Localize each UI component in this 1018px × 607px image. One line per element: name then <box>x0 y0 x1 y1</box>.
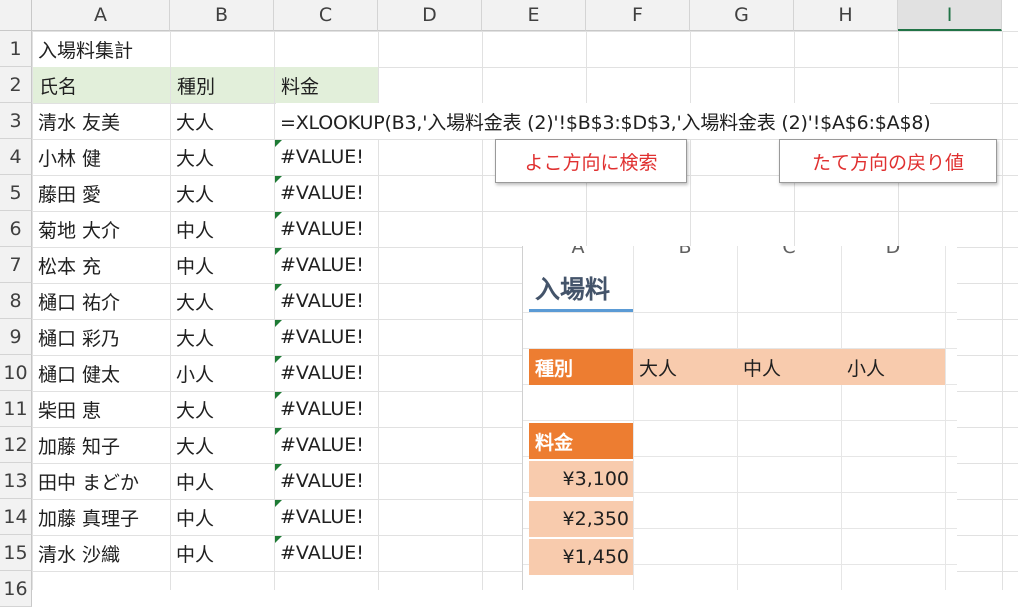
error-indicator-icon[interactable] <box>275 356 282 363</box>
row-header-11[interactable]: 11 <box>0 391 32 427</box>
row-header-4[interactable]: 4 <box>0 139 32 175</box>
row-header-2[interactable]: 2 <box>0 67 32 103</box>
column-header-g[interactable]: G <box>690 0 794 31</box>
name-cell[interactable]: 樋口 祐介 <box>32 283 170 319</box>
fee-error-cell[interactable]: #VALUE! <box>274 535 378 571</box>
embedded-fee-table-image[interactable]: A B C D 入場料 種別 大人 中人 小人 料金 ¥3,100 ¥2,350… <box>522 246 957 590</box>
type-cell[interactable]: 中人 <box>170 211 274 247</box>
name-cell[interactable]: 菊地 大介 <box>32 211 170 247</box>
type-cell[interactable]: 大人 <box>170 103 274 139</box>
row-header-6[interactable]: 6 <box>0 211 32 247</box>
type-cell[interactable]: 大人 <box>170 283 274 319</box>
type-cell[interactable]: 小人 <box>170 355 274 391</box>
type-cell[interactable]: 中人 <box>170 535 274 571</box>
fee-error-cell[interactable]: #VALUE! <box>274 211 378 247</box>
title-underline <box>529 309 633 312</box>
callout-horizontal-search: よこ方向に検索 <box>495 139 687 183</box>
error-indicator-icon[interactable] <box>275 248 282 255</box>
embedded-column-header: D <box>885 246 901 258</box>
formula-edit-cell[interactable]: =XLOOKUP(B3,'入場料金表 (2)'!$B$3:$D$3,'入場料金表… <box>276 103 931 139</box>
row-header-10[interactable]: 10 <box>0 355 32 391</box>
column-header-c[interactable]: C <box>274 0 378 31</box>
embedded-column-header: C <box>782 246 796 258</box>
name-cell[interactable]: 樋口 健太 <box>32 355 170 391</box>
name-cell[interactable]: 清水 沙織 <box>32 535 170 571</box>
select-all-corner[interactable] <box>0 0 32 31</box>
type-label-cell: 種別 <box>529 349 633 385</box>
type-cell[interactable]: 大人 <box>170 391 274 427</box>
error-indicator-icon[interactable] <box>275 176 282 183</box>
error-indicator-icon[interactable] <box>275 464 282 471</box>
column-header-f[interactable]: F <box>586 0 690 31</box>
name-cell[interactable]: 松本 充 <box>32 247 170 283</box>
gridline <box>1002 31 1003 590</box>
sheet-title-cell[interactable]: 入場料集計 <box>32 31 170 67</box>
row-header-3[interactable]: 3 <box>0 103 32 139</box>
error-indicator-icon[interactable] <box>275 320 282 327</box>
fee-error-cell[interactable]: #VALUE! <box>274 355 378 391</box>
type-cell[interactable]: 大人 <box>170 139 274 175</box>
column-header-b[interactable]: B <box>170 0 274 31</box>
fee-label-cell: 料金 <box>529 423 633 459</box>
row-header-5[interactable]: 5 <box>0 175 32 211</box>
fee-error-cell[interactable]: #VALUE! <box>274 175 378 211</box>
row-header-13[interactable]: 13 <box>0 463 32 499</box>
type-cell[interactable]: 大人 <box>170 319 274 355</box>
callout-vertical-return: たて方向の戻り値 <box>779 139 997 183</box>
error-indicator-icon[interactable] <box>275 500 282 507</box>
type-option-cell: 中人 <box>737 349 841 385</box>
type-cell[interactable]: 中人 <box>170 247 274 283</box>
name-cell[interactable]: 樋口 彩乃 <box>32 319 170 355</box>
type-cell[interactable]: 中人 <box>170 463 274 499</box>
row-header-16[interactable]: 16 <box>0 571 32 607</box>
header-type-cell[interactable]: 種別 <box>171 67 274 103</box>
header-name-cell[interactable]: 氏名 <box>33 67 170 103</box>
row-header-9[interactable]: 9 <box>0 319 32 355</box>
name-cell[interactable]: 柴田 恵 <box>32 391 170 427</box>
fee-error-cell[interactable]: #VALUE! <box>274 463 378 499</box>
row-header-15[interactable]: 15 <box>0 535 32 571</box>
column-header-i[interactable]: I <box>898 0 1002 31</box>
type-cell[interactable]: 大人 <box>170 175 274 211</box>
row-header-8[interactable]: 8 <box>0 283 32 319</box>
fee-error-cell[interactable]: #VALUE! <box>274 391 378 427</box>
error-indicator-icon[interactable] <box>275 392 282 399</box>
name-cell[interactable]: 小林 健 <box>32 139 170 175</box>
row-header-12[interactable]: 12 <box>0 427 32 463</box>
embedded-column-header: B <box>678 246 692 258</box>
name-cell[interactable]: 加藤 知子 <box>32 427 170 463</box>
column-header-e[interactable]: E <box>482 0 586 31</box>
type-cell[interactable]: 大人 <box>170 427 274 463</box>
column-header-d[interactable]: D <box>378 0 482 31</box>
error-indicator-icon[interactable] <box>275 212 282 219</box>
error-indicator-icon[interactable] <box>275 284 282 291</box>
row-header-14[interactable]: 14 <box>0 499 32 535</box>
embedded-column-header: A <box>571 246 585 258</box>
embedded-title: 入場料 <box>535 275 611 304</box>
type-cell[interactable]: 中人 <box>170 499 274 535</box>
name-cell[interactable]: 加藤 真理子 <box>32 499 170 535</box>
column-header-h[interactable]: H <box>794 0 898 31</box>
fee-value-cell: ¥2,350 <box>529 501 633 537</box>
error-indicator-icon[interactable] <box>275 140 282 147</box>
name-cell[interactable]: 藤田 愛 <box>32 175 170 211</box>
type-option-cell: 小人 <box>841 349 945 385</box>
fee-value-cell: ¥3,100 <box>529 461 633 497</box>
header-fee-cell[interactable]: 料金 <box>275 67 378 103</box>
fee-error-cell[interactable]: #VALUE! <box>274 319 378 355</box>
fee-error-cell[interactable]: #VALUE! <box>274 247 378 283</box>
row-header-1[interactable]: 1 <box>0 31 32 67</box>
fee-error-cell[interactable]: #VALUE! <box>274 283 378 319</box>
column-header-a[interactable]: A <box>32 0 170 31</box>
fee-error-cell[interactable]: #VALUE! <box>274 427 378 463</box>
fee-error-cell[interactable]: #VALUE! <box>274 499 378 535</box>
fee-value-cell: ¥1,450 <box>529 539 633 575</box>
name-cell[interactable]: 清水 友美 <box>32 103 170 139</box>
fee-error-cell[interactable]: #VALUE! <box>274 139 378 175</box>
row-header-7[interactable]: 7 <box>0 247 32 283</box>
type-option-cell: 大人 <box>633 349 737 385</box>
error-indicator-icon[interactable] <box>275 428 282 435</box>
name-cell[interactable]: 田中 まどか <box>32 463 170 499</box>
error-indicator-icon[interactable] <box>275 536 282 543</box>
